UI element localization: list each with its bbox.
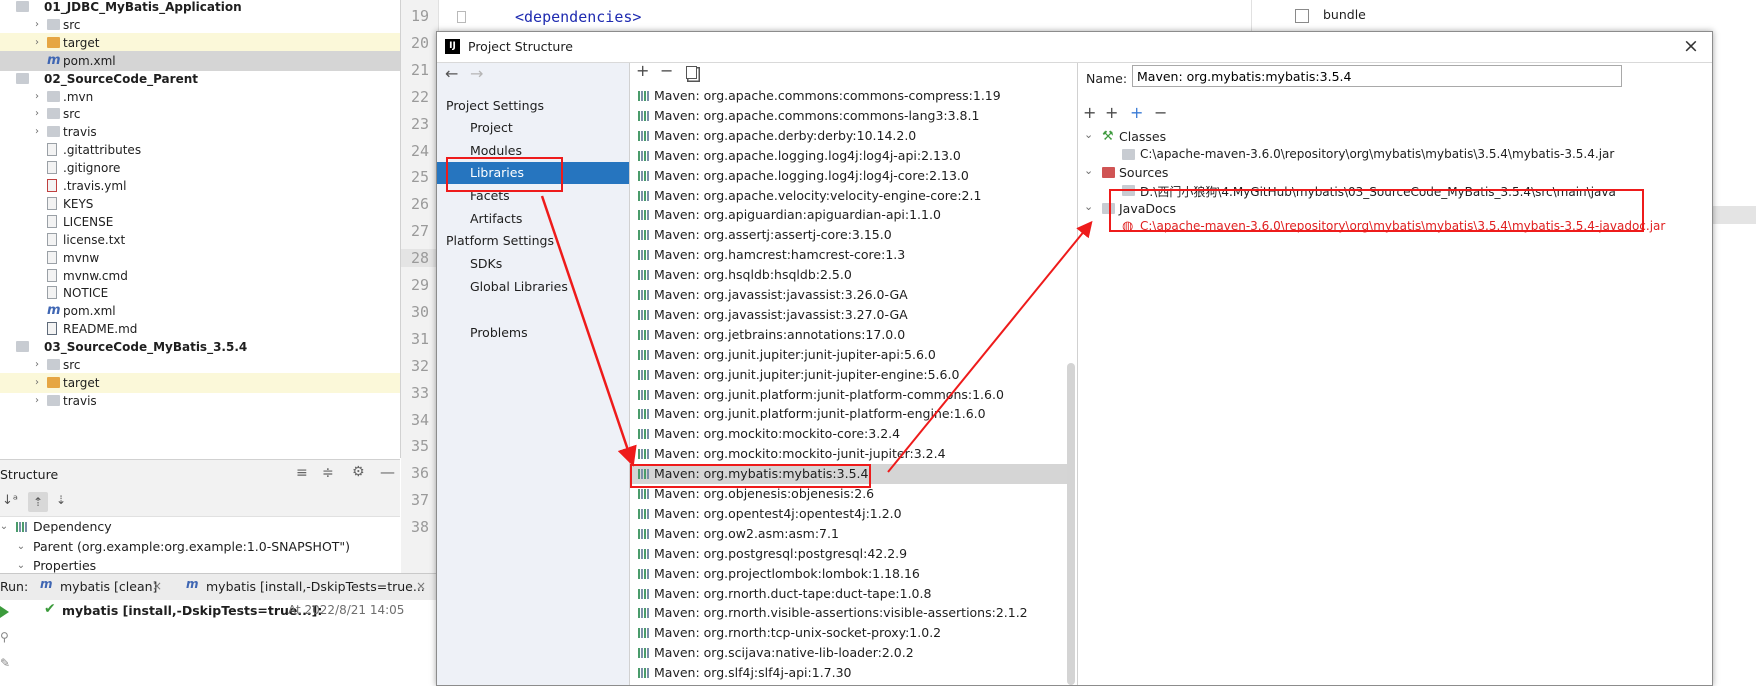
annotation-arrow-to-sources (887, 220, 1093, 473)
annotation-arrow-to-library (540, 195, 637, 467)
annotation-arrows (540, 195, 1093, 473)
